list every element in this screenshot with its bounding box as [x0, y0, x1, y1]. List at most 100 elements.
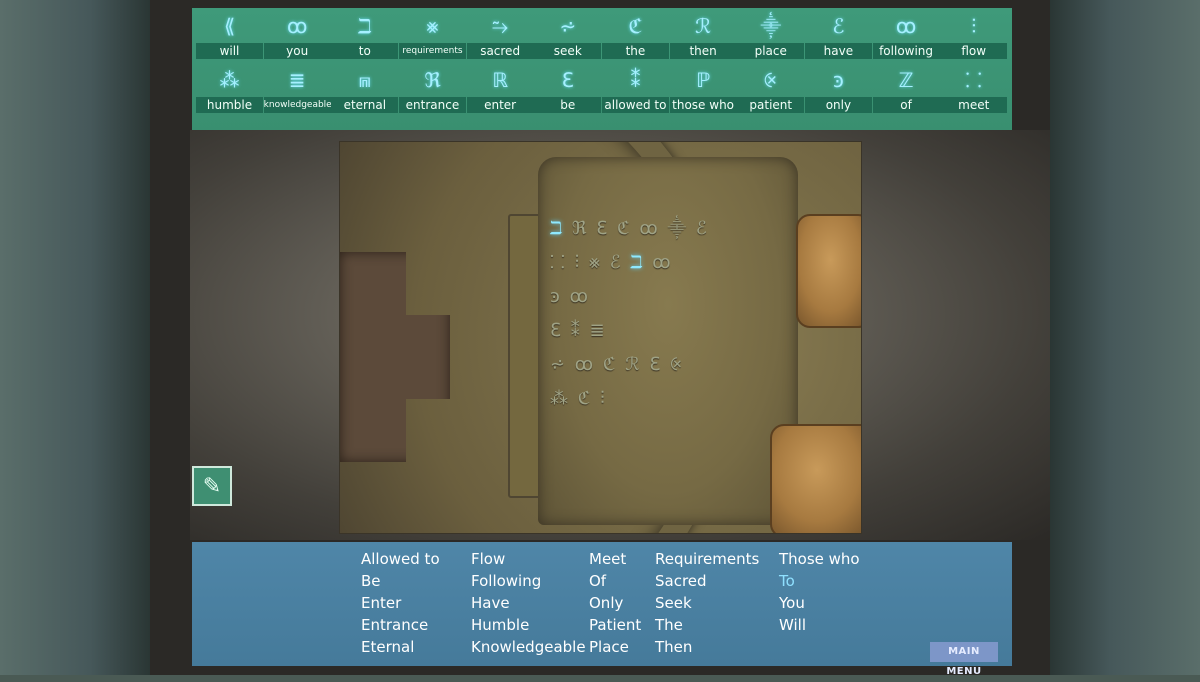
tablet-slot[interactable]	[508, 214, 542, 498]
glossary-label: will	[196, 43, 263, 59]
glossary-label: entrance	[398, 97, 466, 113]
inscription-line: ℶ ℜ ℇ ℭ ꝏ ⸎ ℰ	[550, 212, 790, 246]
glyph-icon: ℝ	[492, 68, 509, 92]
word-option[interactable]: Sacred	[655, 570, 759, 592]
glyph-icon: ꝏ	[895, 14, 917, 38]
glossary-entry[interactable]: ℝenter	[466, 64, 534, 116]
left-backdrop	[0, 0, 150, 675]
highlighted-glyph: ℶ	[630, 252, 645, 273]
glossary-entry[interactable]: ℭthe	[601, 10, 669, 62]
glossary-label: meet	[940, 97, 1008, 113]
glossary-label: patient	[737, 97, 805, 113]
glossary-entry[interactable]: ꝏ following	[872, 10, 940, 62]
word-option[interactable]: Be	[361, 570, 440, 592]
word-option[interactable]: Seek	[655, 592, 759, 614]
glossary-entry[interactable]: ℇbe	[534, 64, 602, 116]
glossary-entry[interactable]: ⨴ patient	[737, 64, 805, 116]
glossary-entry[interactable]: ⟪ will	[196, 10, 263, 62]
word-option[interactable]: Knowledgeable	[471, 636, 586, 658]
bottom-dial[interactable]	[770, 424, 861, 533]
glyph-icon: ⨳	[426, 14, 439, 38]
glossary-entry[interactable]: ⁂ humble	[196, 64, 263, 116]
word-option[interactable]: The	[655, 614, 759, 636]
glossary-label: of	[872, 97, 940, 113]
glyph-icon: ℙ	[696, 68, 711, 92]
glossary-label: knowledgeable	[263, 97, 331, 113]
glossary-entry[interactable]: ℶ to	[331, 10, 399, 62]
word-option[interactable]: Requirements	[655, 548, 759, 570]
inscription-line: ℇ ⁑ ≣	[550, 314, 790, 348]
inscription-glyphs: ⁂ ℭ ⫶	[550, 388, 607, 409]
word-option[interactable]: Meet	[589, 548, 641, 570]
word-option[interactable]: Eternal	[361, 636, 440, 658]
glossary-entry[interactable]: ≣ knowledgeable	[263, 64, 331, 116]
glossary-entry[interactable]: ⸬ meet	[940, 64, 1008, 116]
glossary-entry[interactable]: ꝏ you	[263, 10, 331, 62]
word-option[interactable]: To	[779, 570, 860, 592]
quill-icon[interactable]: ✎	[192, 466, 232, 506]
glossary-entry[interactable]: ⩎ eternal	[331, 64, 399, 116]
glyph-icon: ℰ	[832, 14, 845, 38]
word-option[interactable]: Flow	[471, 548, 586, 570]
glyph-glossary: ⟪ will ꝏ you ℶ to ⨳ requirements ⥲ sacred ⩫ seek ℭth…	[192, 8, 1012, 130]
glossary-row-1: ⟪ will ꝏ you ℶ to ⨳ requirements ⥲ sacred ⩫ seek ℭth…	[196, 10, 1008, 62]
top-dial[interactable]	[796, 214, 861, 328]
inscription-glyphs: ꜿ ꝏ	[550, 286, 590, 307]
glossary-entry[interactable]: ℜentrance	[398, 64, 466, 116]
word-option[interactable]: You	[779, 592, 860, 614]
glossary-label: flow	[940, 43, 1008, 59]
glyph-icon: ⫶	[971, 14, 977, 38]
glossary-entry[interactable]: ⨳ requirements	[398, 10, 466, 62]
tablet-inscription[interactable]: ℶ ℜ ℇ ℭ ꝏ ⸎ ℰ ⸬ ⫶ ⨳ ℰ ℶ ꝏ ꜿ ꝏ ℇ ⁑ ≣ ⩫ ꝏ ℭ ℛ …	[550, 212, 790, 416]
glossary-entry[interactable]: ⁑ allowed to	[601, 64, 669, 116]
word-option[interactable]: Place	[589, 636, 641, 658]
word-option[interactable]: Patient	[589, 614, 641, 636]
word-column-2: Flow Following Have Humble Knowledgeable	[471, 548, 586, 658]
glyph-icon: ⁂	[219, 68, 240, 92]
glossary-label: then	[669, 43, 737, 59]
glyph-icon: ℤ	[898, 68, 914, 92]
glossary-label: following	[872, 43, 940, 59]
word-option[interactable]: Entrance	[361, 614, 440, 636]
glossary-label: have	[804, 43, 872, 59]
word-bank-panel: Allowed to Be Enter Entrance Eternal Flow Fol…	[192, 542, 1012, 677]
glossary-label: place	[737, 43, 805, 59]
glyph-icon: ≣	[288, 68, 306, 92]
glyph-icon: ℭ	[628, 14, 643, 38]
word-option[interactable]: Those who	[779, 548, 860, 570]
glyph-icon: ⩎	[359, 68, 371, 92]
glossary-entry[interactable]: ⥲ sacred	[466, 10, 534, 62]
word-option[interactable]: Enter	[361, 592, 440, 614]
glossary-entry[interactable]: ℤof	[872, 64, 940, 116]
glyph-icon: ℶ	[358, 14, 372, 38]
word-column-1: Allowed to Be Enter Entrance Eternal	[361, 548, 440, 658]
word-option[interactable]: Only	[589, 592, 641, 614]
word-option[interactable]: Following	[471, 570, 586, 592]
glossary-entry[interactable]: ℙthose who	[669, 64, 737, 116]
main-menu-button[interactable]: MAIN MENU	[930, 642, 998, 677]
glyph-icon: ⁑	[630, 68, 641, 92]
inscription-glyphs: ⩫ ꝏ ℭ ℛ ℇ ⨴	[550, 354, 685, 375]
highlighted-glyph: ℶ	[550, 218, 565, 239]
glossary-entry[interactable]: ⫶ flow	[940, 10, 1008, 62]
glossary-label: only	[804, 97, 872, 113]
glossary-entry[interactable]: ⸎ place	[737, 10, 805, 62]
word-option[interactable]: Humble	[471, 614, 586, 636]
word-option[interactable]: Have	[471, 592, 586, 614]
glossary-entry[interactable]: ℛthen	[669, 10, 737, 62]
inscription-glyphs: ℇ ⁑ ≣	[550, 320, 607, 341]
glossary-entry[interactable]: ⩫ seek	[534, 10, 602, 62]
glossary-label: requirements	[398, 43, 466, 59]
glyph-icon: ℇ	[561, 68, 574, 92]
word-column-4: Requirements Sacred Seek The Then	[655, 548, 759, 658]
word-option[interactable]: Allowed to	[361, 548, 440, 570]
word-option[interactable]: Then	[655, 636, 759, 658]
glossary-label: enter	[466, 97, 534, 113]
glossary-entry[interactable]: ℰhave	[804, 10, 872, 62]
word-option[interactable]: Will	[779, 614, 860, 636]
glyph-icon: ⨴	[763, 68, 778, 92]
inscription-glyphs: ⸬ ⫶ ⨳ ℰ	[550, 252, 631, 273]
word-option[interactable]: Of	[589, 570, 641, 592]
glossary-entry[interactable]: ꜿ only	[804, 64, 872, 116]
inscription-glyphs: ꝏ	[644, 252, 673, 273]
